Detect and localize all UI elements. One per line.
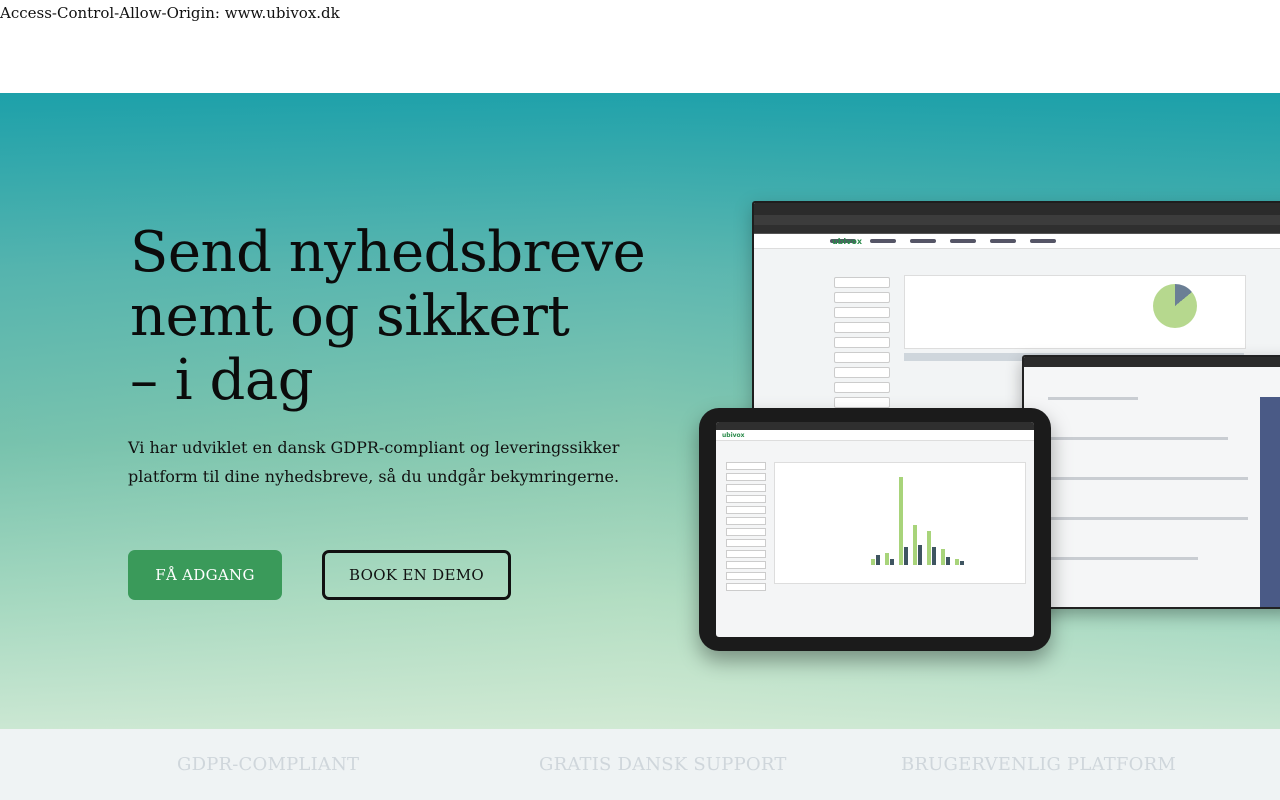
secondary-window-chrome <box>1024 357 1280 367</box>
tablet-app-nav <box>716 430 1034 441</box>
headline-line-3: – i dag <box>130 348 314 413</box>
tablet-mockup-logo: ubivox <box>722 432 745 439</box>
headline-line-1: Send nyhedsbreve <box>130 220 646 285</box>
browser-chrome <box>754 203 1280 215</box>
secondary-window-mockup <box>1022 355 1280 609</box>
mockup-text-line <box>1048 437 1228 440</box>
mockup-text-line <box>1048 517 1248 520</box>
feature-gdpr-compliant: GDPR-COMPLIANT <box>177 754 360 775</box>
mockup-logo: ubivox <box>832 237 863 246</box>
browser-address-bar <box>754 215 1280 225</box>
tablet-sidebar <box>726 462 766 594</box>
headline-line-2: nemt og sikkert <box>130 284 570 349</box>
tablet-screen: ubivox <box>716 422 1034 637</box>
browser-bookmarks-bar <box>754 225 1280 234</box>
get-access-button[interactable]: FÅ ADGANG <box>128 550 282 600</box>
tablet-mockup: ubivox <box>699 408 1051 651</box>
book-demo-button[interactable]: BOOK EN DEMO <box>322 550 511 600</box>
hero-section: Send nyhedsbreve nemt og sikkert – i dag… <box>0 93 1280 729</box>
features-bar: GDPR-COMPLIANT GRATIS DANSK SUPPORT BRUG… <box>0 729 1280 800</box>
mockup-text-line <box>1048 557 1198 560</box>
hero-headline: Send nyhedsbreve nemt og sikkert – i dag <box>130 221 650 413</box>
hero-subtext: Vi har udviklet en dansk GDPR-compliant … <box>128 433 648 491</box>
feature-user-friendly-platform: BRUGERVENLIG PLATFORM <box>901 754 1176 775</box>
subtext-line-1: Vi har udviklet en dansk GDPR-compliant … <box>128 438 620 457</box>
tablet-bar-chart-graphic <box>774 462 1026 584</box>
tablet-browser-bar <box>716 422 1034 430</box>
access-control-header-text: Access-Control-Allow-Origin: www.ubivox.… <box>0 4 340 22</box>
mockup-overview-panel <box>904 275 1246 349</box>
mockup-text-line <box>1048 397 1138 400</box>
feature-free-danish-support: GRATIS DANSK SUPPORT <box>539 754 787 775</box>
mockup-side-panel <box>1260 397 1280 607</box>
mockup-sidebar <box>834 277 890 412</box>
mockup-text-line <box>1048 477 1248 480</box>
pie-chart-graphic <box>1153 284 1197 328</box>
subtext-line-2: platform til dine nyhedsbreve, så du und… <box>128 467 620 486</box>
